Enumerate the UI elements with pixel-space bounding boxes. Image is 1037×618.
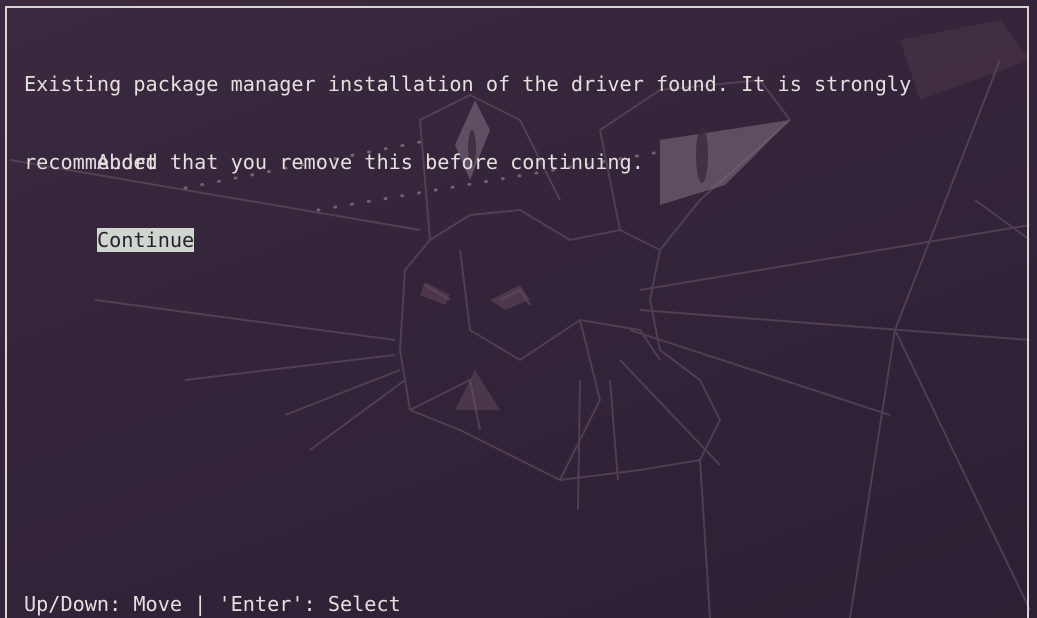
terminal-screen: Existing package manager installation of… [0,0,1037,618]
option-continue[interactable]: Continue [24,201,195,252]
options-menu: Abort Continue [24,71,195,279]
option-abort[interactable]: Abort [24,123,194,174]
key-hint: Up/Down: Move | 'Enter': Select [24,592,401,616]
option-label: Abort [96,150,158,174]
option-label: Continue [96,228,195,252]
